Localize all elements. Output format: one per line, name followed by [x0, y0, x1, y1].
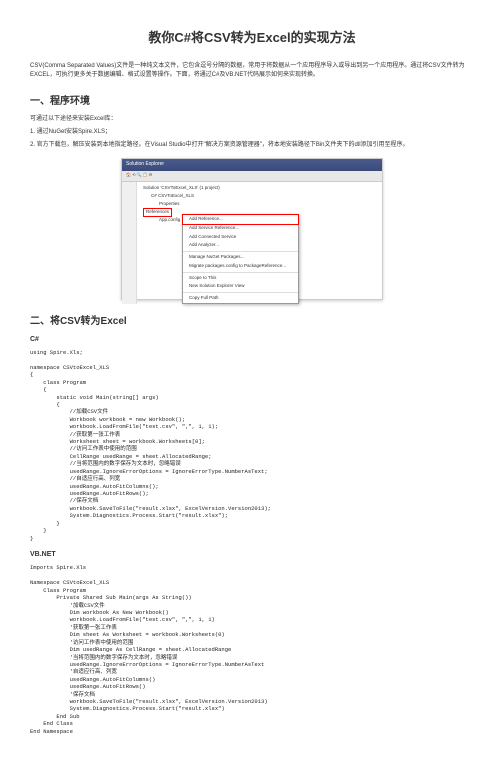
menu-new-view[interactable]: New Solution Explorer View: [183, 282, 298, 291]
menu-add-analyzer[interactable]: Add Analyzer...: [183, 241, 298, 250]
menu-scope[interactable]: Scope to This: [183, 274, 298, 283]
menu-manage-nuget[interactable]: Manage NuGet Packages...: [183, 253, 298, 262]
env-line2: 1. 通过NuGet安装Spire.XLS；: [30, 128, 474, 137]
vs-left-margin: [122, 182, 137, 304]
context-menu: Add Reference... Add Service Reference..…: [182, 214, 299, 305]
csharp-label: C#: [30, 335, 474, 346]
vs-toolbar: 🏠 ⟲ 🔍 📋 ⚙: [122, 171, 382, 182]
section1-heading: 一、程序环境: [30, 94, 474, 109]
vs-solution-tree: Solution 'CSVToExcel_XLS' (1 project) C#…: [137, 182, 382, 304]
vs-title: Solution Explorer: [122, 159, 382, 171]
env-line3: 2. 官方下载包，解压安装到本地指定路径。在Visual Studio中打开"解…: [30, 141, 474, 150]
vbnet-label: VB.NET: [30, 550, 474, 561]
menu-copy-path[interactable]: Copy Full Path: [183, 294, 298, 303]
csharp-code: using Spire.Xls; namespace CSVtoExcel_XL…: [30, 349, 474, 542]
vbnet-code: Imports Spire.Xls Namespace CSVtoExcel_X…: [30, 564, 474, 735]
tree-references: References: [143, 208, 172, 217]
menu-migrate[interactable]: Migrate packages.config to PackageRefere…: [183, 262, 298, 271]
env-line1: 可通过以下途径来安装Excel库：: [30, 115, 474, 124]
menu-add-connected[interactable]: Add Connected Service: [183, 233, 298, 242]
tree-solution: Solution 'CSVToExcel_XLS' (1 project): [143, 185, 376, 193]
page-title: 教你C#将CSV转为Excel的实现方法: [30, 28, 474, 48]
menu-add-service[interactable]: Add Service Reference...: [183, 224, 298, 233]
visual-studio-screenshot: Solution Explorer 🏠 ⟲ 🔍 📋 ⚙ Solution 'CS…: [121, 158, 383, 300]
section2-heading: 二、将CSV转为Excel: [30, 314, 474, 329]
intro-paragraph: CSV(Comma Separated Values)文件是一种纯文本文件，它包…: [30, 62, 474, 80]
tree-project: C# CSVToExcel_XLS: [143, 192, 376, 200]
tree-properties: Properties: [143, 200, 376, 208]
